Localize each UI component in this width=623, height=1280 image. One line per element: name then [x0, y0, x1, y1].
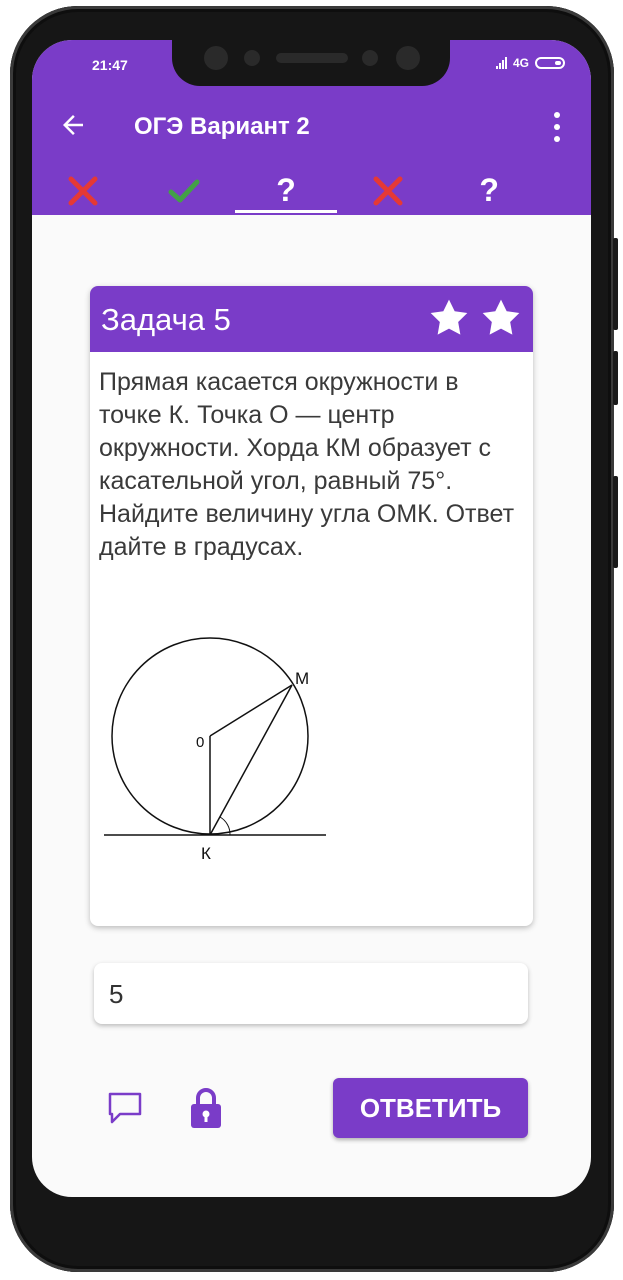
- tab-task-4[interactable]: [337, 166, 439, 215]
- star-icon: [482, 299, 520, 335]
- comment-icon[interactable]: [106, 1090, 144, 1126]
- star-icon: [430, 299, 468, 335]
- submit-answer-button[interactable]: ОТВЕТИТЬ: [333, 1078, 528, 1138]
- point-o-label: 0: [196, 734, 204, 751]
- power-button: [613, 476, 618, 568]
- task-text: Прямая касается окружности в точке К. То…: [99, 368, 515, 561]
- cross-icon: [68, 176, 98, 205]
- question-icon: ?: [479, 172, 499, 208]
- camera-icon: [396, 46, 420, 70]
- tab-task-1[interactable]: [32, 166, 134, 215]
- geometry-diagram: 0 M К: [104, 637, 326, 863]
- task-tabs: ? ?: [32, 166, 591, 215]
- screen: 21:47 4G ОГЭ Вариант 2 ? ? Задача 5 Прям…: [32, 40, 591, 1197]
- lock-icon[interactable]: [189, 1086, 223, 1130]
- answer-input[interactable]: 5: [94, 963, 528, 1024]
- answer-value: 5: [109, 979, 124, 1009]
- back-arrow-icon[interactable]: [58, 110, 88, 140]
- page-title: ОГЭ Вариант 2: [134, 113, 310, 140]
- question-icon: ?: [276, 172, 296, 208]
- tab-task-3[interactable]: ?: [235, 166, 337, 215]
- status-time: 21:47: [92, 57, 128, 73]
- cross-icon: [373, 176, 403, 205]
- sensor-icon: [244, 50, 260, 66]
- difficulty-stars: [427, 296, 523, 340]
- tab-task-5[interactable]: ?: [438, 166, 540, 215]
- app-bar: 21:47 4G ОГЭ Вариант 2 ? ?: [32, 40, 591, 215]
- speaker-icon: [276, 53, 348, 63]
- task-card: Задача 5 Прямая касается окружности в то…: [90, 286, 533, 926]
- network-label: 4G: [512, 56, 529, 70]
- notch: [172, 40, 450, 86]
- check-icon: [168, 179, 200, 202]
- status-indicators: 4G: [495, 56, 565, 70]
- point-k-label: К: [201, 844, 211, 863]
- signal-icon: [495, 57, 507, 69]
- tab-task-2[interactable]: [134, 166, 236, 215]
- task-title: Задача 5: [101, 302, 231, 337]
- camera-icon: [204, 46, 228, 70]
- sensor-icon: [362, 50, 378, 66]
- volume-button: [613, 351, 618, 405]
- volume-button: [613, 238, 618, 330]
- more-menu-icon[interactable]: [547, 110, 567, 144]
- point-m-label: M: [295, 669, 309, 688]
- task-card-header: Задача 5: [90, 286, 533, 352]
- battery-icon: [535, 57, 565, 69]
